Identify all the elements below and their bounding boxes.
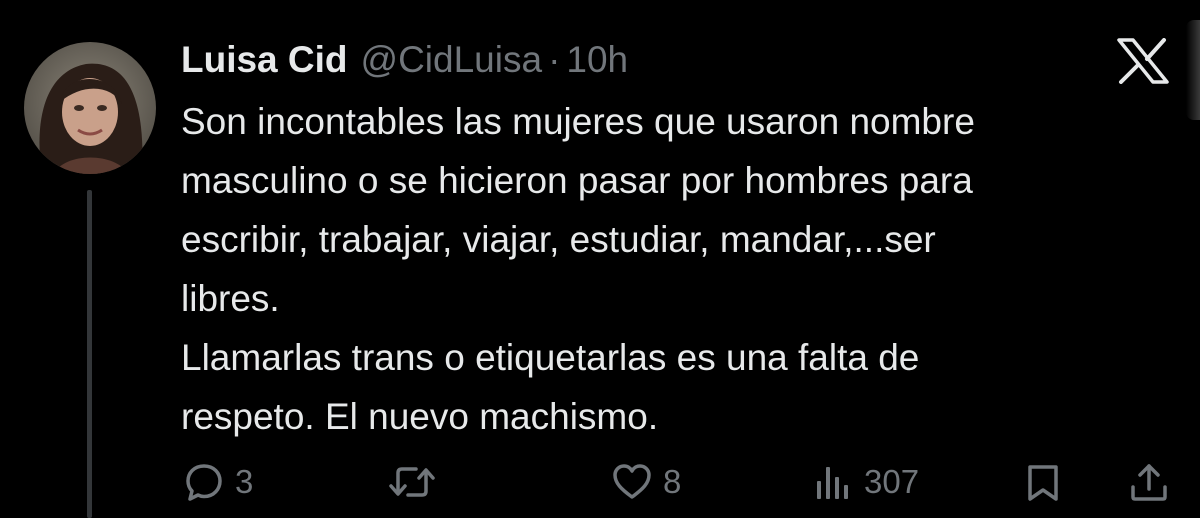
scroll-edge [1186,20,1200,120]
tweet-text: Son incontables las mujeres que usaron n… [181,92,1181,446]
tweet-text-line: libres. [181,278,280,319]
timestamp[interactable]: 10h [566,39,628,81]
tweet-header: Luisa Cid @CidLuisa · 10h [181,34,628,86]
views-count: 307 [864,463,920,500]
tweet-text-line: Son incontables las mujeres que usaron n… [181,101,975,142]
retweet-button[interactable] [386,452,448,512]
x-logo-icon [1116,38,1170,84]
heart-icon [611,461,653,503]
tweet-text-line: masculino o se hicieron pasar por hombre… [181,160,973,201]
tweet-action-bar: 3 8 307 [0,452,1200,512]
tweet[interactable]: Luisa Cid @CidLuisa · 10h Son incontable… [0,0,1200,518]
like-button[interactable]: 8 [611,452,681,512]
bookmark-button[interactable] [1022,452,1064,512]
user-handle[interactable]: @CidLuisa [361,39,543,81]
views-bar-chart-icon [812,461,854,503]
separator-dot: · [548,39,561,80]
tweet-text-line: escribir, trabajar, viajar, estudiar, ma… [181,219,936,260]
display-name[interactable]: Luisa Cid [181,39,348,81]
reply-count: 3 [235,463,254,500]
tweet-text-line: respeto. El nuevo machismo. [181,396,659,437]
reply-button[interactable]: 3 [183,452,253,512]
avatar[interactable] [24,42,156,174]
retweet-icon [386,461,438,503]
views-button[interactable]: 307 [812,452,919,512]
like-count: 8 [663,463,682,500]
share-icon [1128,461,1170,503]
bookmark-icon [1022,461,1064,503]
tweet-text-line: Llamarlas trans o etiquetarlas es una fa… [181,337,920,378]
share-button[interactable] [1128,452,1170,512]
reply-icon [183,461,225,503]
